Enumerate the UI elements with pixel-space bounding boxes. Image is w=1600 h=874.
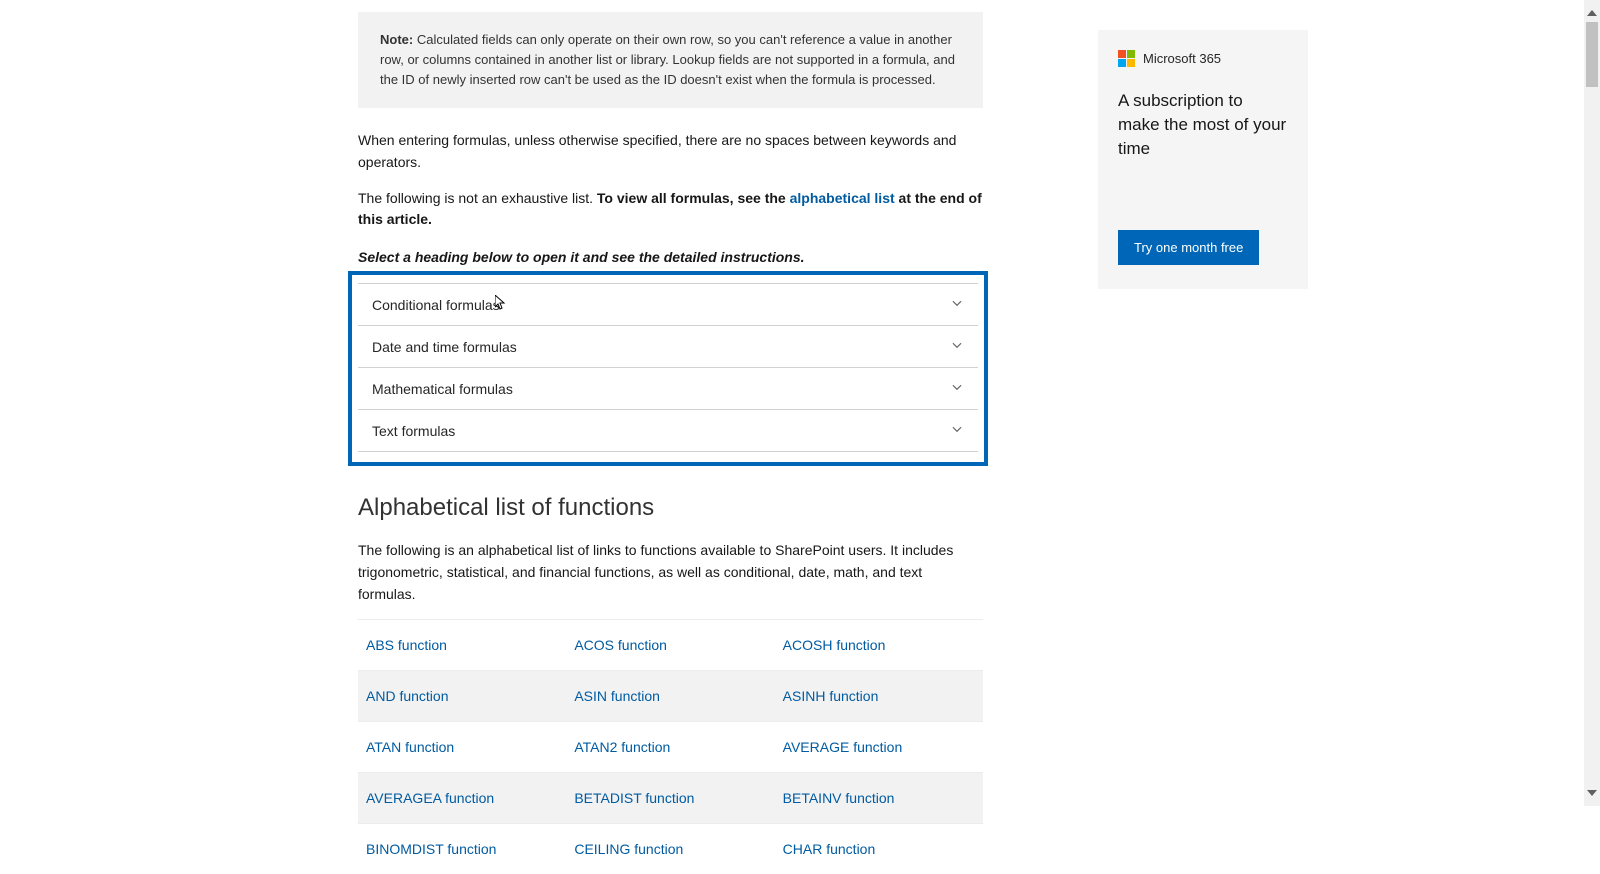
accordion-label: Mathematical formulas: [372, 381, 513, 397]
accordion-group: Conditional formulas Date and time formu…: [348, 271, 988, 466]
accordion-label: Text formulas: [372, 423, 455, 439]
alphabetical-list-link[interactable]: alphabetical list: [790, 190, 895, 206]
function-link[interactable]: CHAR function: [783, 841, 876, 857]
accordion-label: Date and time formulas: [372, 339, 517, 355]
scrollbar-thumb[interactable]: [1586, 22, 1598, 87]
function-link[interactable]: BETAINV function: [783, 790, 895, 806]
p2-a: The following is not an exhaustive list.: [358, 190, 597, 206]
accordion-conditional-formulas[interactable]: Conditional formulas: [358, 283, 978, 326]
chevron-down-icon: [950, 296, 964, 313]
scroll-up-arrow-icon[interactable]: [1587, 10, 1597, 16]
microsoft-logo-icon: [1118, 50, 1135, 67]
scrollbar[interactable]: [1584, 0, 1600, 806]
function-link[interactable]: ATAN function: [366, 739, 454, 755]
table-row: ATAN function ATAN2 function AVERAGE fun…: [358, 722, 983, 773]
chevron-down-icon: [950, 422, 964, 439]
table-row: ABS function ACOS function ACOSH functio…: [358, 620, 983, 671]
note-box: Note: Calculated fields can only operate…: [358, 12, 983, 108]
note-text: Calculated fields can only operate on th…: [380, 32, 955, 87]
chevron-down-icon: [950, 338, 964, 355]
sidebar: Microsoft 365 A subscription to make the…: [1098, 30, 1308, 806]
function-link[interactable]: ATAN2 function: [574, 739, 670, 755]
try-free-button[interactable]: Try one month free: [1118, 230, 1259, 265]
accordion-text-formulas[interactable]: Text formulas: [358, 410, 978, 452]
function-link[interactable]: ABS function: [366, 637, 447, 653]
paragraph-exhaustive: The following is not an exhaustive list.…: [358, 188, 983, 231]
function-link[interactable]: BINOMDIST function: [366, 841, 496, 857]
function-link[interactable]: AVERAGEA function: [366, 790, 494, 806]
function-link[interactable]: BETADIST function: [574, 790, 694, 806]
table-row: AND function ASIN function ASINH functio…: [358, 671, 983, 722]
paragraph-spaces: When entering formulas, unless otherwise…: [358, 130, 983, 173]
microsoft-logo: Microsoft 365: [1118, 50, 1288, 67]
function-link[interactable]: AVERAGE function: [783, 739, 903, 755]
product-name: Microsoft 365: [1143, 51, 1221, 66]
function-link[interactable]: ASINH function: [783, 688, 879, 704]
function-link[interactable]: CEILING function: [574, 841, 683, 857]
table-row: AVERAGEA function BETADIST function BETA…: [358, 773, 983, 824]
note-label: Note:: [380, 32, 413, 47]
promo-card: Microsoft 365 A subscription to make the…: [1098, 30, 1308, 289]
promo-tagline: A subscription to make the most of your …: [1118, 89, 1288, 160]
accordion-date-time-formulas[interactable]: Date and time formulas: [358, 326, 978, 368]
article-main: Note: Calculated fields can only operate…: [358, 0, 983, 806]
function-link[interactable]: ACOSH function: [783, 637, 886, 653]
function-link[interactable]: ACOS function: [574, 637, 667, 653]
accordion-label: Conditional formulas: [372, 297, 500, 313]
alphabetical-list-paragraph: The following is an alphabetical list of…: [358, 540, 983, 605]
functions-table: ABS function ACOS function ACOSH functio…: [358, 619, 983, 874]
scroll-down-arrow-icon[interactable]: [1587, 790, 1597, 796]
alphabetical-list-heading: Alphabetical list of functions: [358, 494, 983, 522]
function-link[interactable]: AND function: [366, 688, 448, 704]
chevron-down-icon: [950, 380, 964, 397]
p2-b: To view all formulas, see the: [597, 190, 790, 206]
table-row: BINOMDIST function CEILING function CHAR…: [358, 824, 983, 874]
accordion-mathematical-formulas[interactable]: Mathematical formulas: [358, 368, 978, 410]
function-link[interactable]: ASIN function: [574, 688, 660, 704]
select-heading: Select a heading below to open it and se…: [358, 249, 983, 265]
